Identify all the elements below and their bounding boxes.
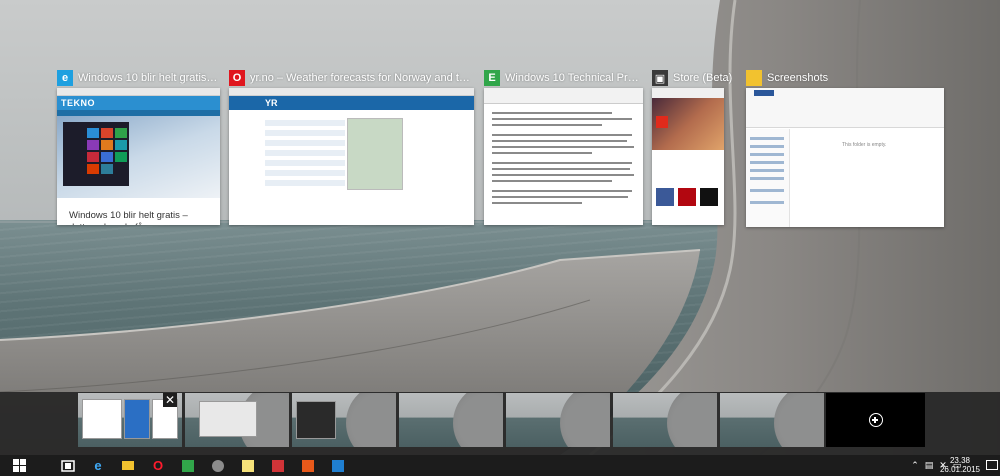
network-icon[interactable]: ▤	[922, 460, 936, 471]
new-desktop-button[interactable]	[826, 393, 925, 447]
store-icon: ▣	[652, 70, 668, 86]
presentation-button[interactable]	[263, 455, 293, 476]
evernote-icon	[182, 459, 194, 472]
internet-explorer-icon: e	[57, 70, 73, 86]
mail-icon	[332, 459, 344, 472]
site-header: TEKNO	[57, 96, 220, 110]
mail-button[interactable]	[323, 455, 353, 476]
opera-button[interactable]: O	[143, 455, 173, 476]
windows-logo-icon	[12, 459, 26, 472]
taskbar-clock[interactable]: 23.38 26.01.2015	[938, 456, 982, 474]
browser-toolbar	[229, 88, 474, 96]
window-title: Store (Beta)	[673, 72, 733, 84]
window-header: O yr.no – Weather forecasts for Norway a…	[229, 69, 474, 87]
chevron-up-icon[interactable]: ⌃	[908, 460, 922, 471]
start-menu-screenshot	[63, 122, 129, 186]
plus-circle-icon	[868, 413, 883, 427]
folder-icon	[746, 70, 762, 86]
task-view-button[interactable]	[53, 455, 83, 476]
window-header: ▣ Store (Beta)	[652, 69, 736, 87]
clock-time: 23.38	[949, 456, 971, 465]
browser-toolbar	[57, 88, 220, 96]
task-view-icon	[61, 459, 75, 472]
desktop-thumbnail-3[interactable]	[292, 393, 396, 447]
featured-app-logo	[656, 116, 668, 128]
evernote-button[interactable]	[173, 455, 203, 476]
article-caption: Windows 10 blir helt gratis – dette er h…	[69, 210, 188, 225]
window-header: E Windows 10 Technical Preview – Ev...	[484, 69, 643, 87]
explorer-ribbon	[746, 88, 944, 128]
desktop-thumbnail-7[interactable]	[720, 393, 824, 447]
app-icon	[212, 459, 224, 472]
folder-icon	[122, 461, 134, 470]
window-header: e Windows 10 blir helt gratis – dette e.…	[57, 69, 220, 87]
clock-date: 26.01.2015	[939, 465, 981, 474]
window-title: Windows 10 blir helt gratis – dette e...	[78, 72, 220, 84]
site-logo: YR	[265, 98, 278, 108]
window-thumbnail[interactable]: This folder is empty.	[746, 88, 944, 227]
paint-icon	[302, 459, 314, 472]
desktop-thumbnail-4[interactable]	[399, 393, 503, 447]
paint-button[interactable]	[293, 455, 323, 476]
navigation-pane	[746, 129, 790, 227]
opera-icon: O	[152, 458, 164, 473]
editor-toolbar	[484, 88, 643, 104]
weather-map	[347, 118, 403, 190]
window-header: Screenshots	[746, 69, 944, 87]
window-thumbnail[interactable]	[652, 88, 724, 225]
window-title: Screenshots	[767, 72, 829, 84]
note-icon	[242, 459, 254, 472]
evernote-icon: E	[484, 70, 500, 86]
empty-folder-text: This folder is empty.	[842, 142, 887, 148]
window-thumbnail[interactable]	[484, 88, 643, 225]
desktop-thumbnail-2[interactable]	[185, 393, 289, 447]
opera-icon: O	[229, 70, 245, 86]
desktop-thumbnail-6[interactable]	[613, 393, 717, 447]
window-thumbnail[interactable]: TEKNO Windows 10 blir helt gratis – dett…	[57, 88, 220, 225]
app-button[interactable]	[203, 455, 233, 476]
app-tile	[678, 188, 696, 206]
desktop-thumbnail-5[interactable]	[506, 393, 610, 447]
site-logo: TEKNO	[61, 98, 95, 108]
window-title: yr.no – Weather forecasts for Norway and…	[250, 72, 474, 84]
internet-explorer-button[interactable]: e	[83, 455, 113, 476]
app-tile	[700, 188, 718, 206]
site-header: YR	[229, 96, 474, 110]
window-thumbnail[interactable]: YR	[229, 88, 474, 225]
start-button[interactable]	[4, 455, 34, 476]
action-center-icon[interactable]	[986, 460, 998, 470]
close-desktop-button[interactable]: ✕	[163, 393, 177, 407]
window-title: Windows 10 Technical Preview – Ev...	[505, 72, 643, 84]
internet-explorer-icon: e	[94, 458, 102, 473]
sticky-notes-button[interactable]	[233, 455, 263, 476]
file-explorer-button[interactable]	[113, 455, 143, 476]
store-header	[652, 88, 724, 98]
app-tile	[656, 188, 674, 206]
taskbar: e O ⌃ ▤ ✕ ▭ 23.38 26.01.2015	[0, 455, 1000, 476]
presentation-icon	[272, 459, 284, 472]
